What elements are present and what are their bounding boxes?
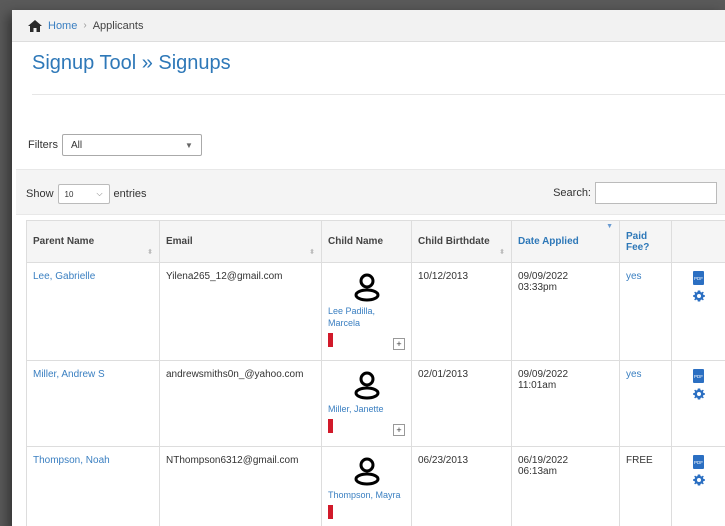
sort-icon: ⬍ <box>309 249 315 256</box>
status-flag <box>328 333 333 347</box>
signups-table: Parent Name ⬍ Email ⬍ Child Name Child Bir… <box>26 220 725 526</box>
gear-icon[interactable] <box>678 473 719 487</box>
birthdate-cell: 06/23/2013 <box>411 446 512 526</box>
table-header-row: Parent Name ⬍ Email ⬍ Child Name Child Bir… <box>26 220 725 263</box>
child-name-link[interactable]: Miller, Janette <box>328 404 384 414</box>
column-header-actions <box>671 220 725 263</box>
child-cell: Miller, Janette + <box>321 360 412 447</box>
expand-button[interactable]: + <box>393 424 405 436</box>
sort-icon: ⬍ <box>499 249 505 256</box>
person-icon <box>354 273 379 302</box>
column-header-paid-fee[interactable]: Paid Fee? <box>619 220 672 263</box>
parent-name-link[interactable]: Miller, Andrew S <box>33 369 105 380</box>
gear-icon[interactable] <box>678 387 719 401</box>
search-label: Search: <box>553 187 591 199</box>
child-name-link[interactable]: Lee Padilla, Marcela <box>328 306 375 328</box>
column-header-child-birthdate[interactable]: Child Birthdate ⬍ <box>411 220 512 263</box>
breadcrumb-home-link[interactable]: Home <box>48 20 77 32</box>
table-row: Lee, Gabrielle Yilena265_12@gmail.com Le… <box>26 262 725 361</box>
actions-cell: PDF <box>671 446 725 526</box>
pdf-icon[interactable]: PDF <box>678 369 719 383</box>
person-icon <box>354 371 379 400</box>
breadcrumb-separator: › <box>83 20 87 31</box>
filters-select-value: All <box>70 139 83 151</box>
filters-control: Filters All ▼ <box>28 134 202 156</box>
column-header-date-applied[interactable]: Date Applied ▼ <box>511 220 620 263</box>
birthdate-cell: 02/01/2013 <box>411 360 512 447</box>
email-cell: andrewsmiths0n_@yahoo.com <box>159 360 322 447</box>
paid-fee-link[interactable]: yes <box>626 271 642 282</box>
table-controls: Show 10 ⌵ entries Search: <box>16 169 725 215</box>
expand-button[interactable]: + <box>393 338 405 350</box>
column-header-child-name[interactable]: Child Name <box>321 220 412 263</box>
sort-icon: ⬍ <box>147 249 153 256</box>
date-applied-cell: 06/19/2022 06:13am <box>511 446 620 526</box>
table-row: Thompson, Noah NThompson6312@gmail.com T… <box>26 446 725 526</box>
child-cell: Lee Padilla, Marcela + <box>321 262 412 361</box>
column-header-parent-name[interactable]: Parent Name ⬍ <box>26 220 160 263</box>
child-name-link[interactable]: Thompson, Mayra <box>328 490 401 500</box>
home-icon[interactable] <box>28 19 42 32</box>
actions-cell: PDF <box>671 262 725 361</box>
table-row: Miller, Andrew S andrewsmiths0n_@yahoo.c… <box>26 360 725 447</box>
actions-cell: PDF <box>671 360 725 447</box>
parent-name-link[interactable]: Thompson, Noah <box>33 455 110 466</box>
chevron-down-icon: ▼ <box>185 140 193 150</box>
entries-select[interactable]: 10 ⌵ <box>57 184 110 204</box>
paid-fee-cell: FREE <box>619 446 672 526</box>
date-applied-cell: 09/09/2022 11:01am <box>511 360 620 447</box>
search-input[interactable] <box>595 182 717 204</box>
child-cell: Thompson, Mayra + <box>321 446 412 526</box>
svg-text:PDF: PDF <box>694 460 703 465</box>
page-title: Signup Tool » Signups <box>32 52 231 74</box>
filters-label: Filters <box>28 139 58 151</box>
date-applied-cell: 09/09/2022 03:33pm <box>511 262 620 361</box>
status-flag <box>328 505 333 519</box>
email-cell: NThompson6312@gmail.com <box>159 446 322 526</box>
pdf-icon[interactable]: PDF <box>678 271 719 285</box>
show-label: Show <box>26 188 54 200</box>
svg-text:PDF: PDF <box>694 374 703 379</box>
entries-length: Show 10 ⌵ entries <box>26 184 147 204</box>
column-header-email[interactable]: Email ⬍ <box>159 220 322 263</box>
app-window: Home › Applicants Signup Tool » Signups … <box>12 10 725 526</box>
breadcrumb-current: Applicants <box>92 19 144 32</box>
sort-desc-icon: ▼ <box>606 223 613 230</box>
breadcrumb: Home › Applicants <box>12 10 725 42</box>
status-flag <box>328 419 333 433</box>
parent-name-link[interactable]: Lee, Gabrielle <box>33 271 95 282</box>
birthdate-cell: 10/12/2013 <box>411 262 512 361</box>
person-icon <box>354 457 379 486</box>
gear-icon[interactable] <box>678 289 719 303</box>
entries-select-value: 10 <box>64 189 74 199</box>
entries-label: entries <box>113 188 147 200</box>
pdf-icon[interactable]: PDF <box>678 455 719 469</box>
filters-select[interactable]: All ▼ <box>61 134 202 156</box>
search-control: Search: <box>553 182 717 204</box>
svg-text:PDF: PDF <box>694 276 703 281</box>
email-cell: Yilena265_12@gmail.com <box>159 262 322 361</box>
chevron-down-icon: ⌵ <box>96 189 103 198</box>
title-divider <box>32 94 725 95</box>
paid-fee-link[interactable]: yes <box>626 369 642 380</box>
